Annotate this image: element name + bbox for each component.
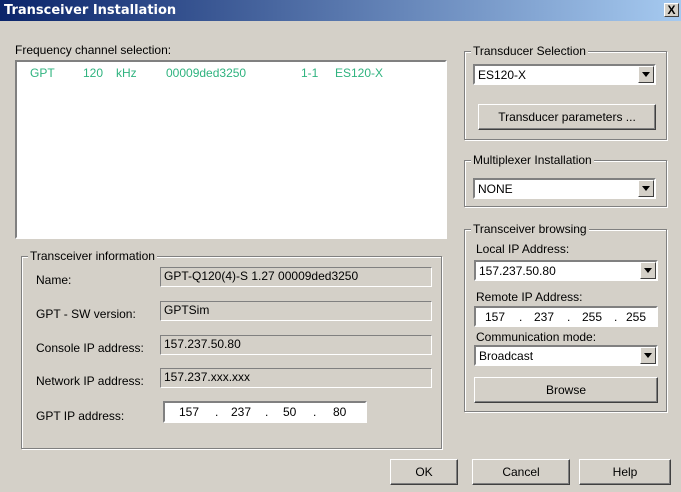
list-item[interactable]: GPT 120 kHz 00009ded3250 1-1 ES120-X: [21, 66, 441, 82]
group-title: Multiplexer Installation: [471, 153, 594, 167]
chevron-down-icon[interactable]: [640, 347, 656, 364]
chevron-down-icon[interactable]: [640, 262, 656, 279]
frequency-label: Frequency channel selection:: [15, 43, 172, 57]
chevron-down-icon[interactable]: [638, 180, 654, 197]
frequency-channel-list[interactable]: GPT 120 kHz 00009ded3250 1-1 ES120-X: [15, 60, 447, 239]
name-field: GPT-Q120(4)-S 1.27 00009ded3250: [160, 267, 432, 287]
remote-ip-label: Remote IP Address:: [476, 290, 583, 304]
group-title: Transceiver information: [28, 249, 157, 263]
console-ip-label: Console IP address:: [36, 341, 144, 355]
group-title: Transducer Selection: [471, 44, 588, 58]
browse-button[interactable]: Browse: [474, 377, 658, 403]
title-bar: Transceiver Installation X: [0, 0, 681, 21]
remote-ip-input[interactable]: 157 . 237 . 255 . 255: [474, 306, 658, 327]
local-ip-select[interactable]: 157.237.50.80: [474, 260, 658, 281]
group-title: Transceiver browsing: [471, 222, 589, 236]
sw-version-field: GPTSim: [160, 301, 432, 321]
network-ip-field: 157.237.xxx.xxx: [160, 368, 432, 388]
gpt-ip-label: GPT IP address:: [36, 409, 125, 423]
close-button[interactable]: X: [664, 3, 679, 17]
cancel-button[interactable]: Cancel: [472, 459, 570, 485]
chevron-down-icon[interactable]: [638, 66, 654, 83]
transducer-parameters-button[interactable]: Transducer parameters ...: [478, 104, 656, 130]
ok-button[interactable]: OK: [390, 459, 458, 485]
network-ip-label: Network IP address:: [36, 374, 144, 388]
channel-unit: kHz: [116, 66, 137, 80]
transducer-select[interactable]: ES120-X: [473, 64, 656, 85]
communication-mode-label: Communication mode:: [476, 330, 597, 344]
channel-name: GPT: [30, 66, 55, 80]
gpt-ip-input[interactable]: 157 . 237 . 50 . 80: [163, 401, 367, 423]
channel-transducer: ES120-X: [335, 66, 384, 80]
sw-version-label: GPT - SW version:: [36, 307, 136, 321]
window-title: Transceiver Installation: [4, 3, 177, 18]
channel-serial: 00009ded3250: [166, 66, 247, 80]
console-ip-field: 157.237.50.80: [160, 335, 432, 355]
help-button[interactable]: Help: [579, 459, 671, 485]
channel-frequency: 120: [83, 66, 104, 80]
communication-mode-select[interactable]: Broadcast: [474, 345, 658, 366]
name-label: Name:: [36, 273, 72, 287]
channel-id: 1-1: [301, 66, 319, 80]
local-ip-label: Local IP Address:: [476, 242, 570, 256]
multiplexer-select[interactable]: NONE: [473, 178, 656, 199]
